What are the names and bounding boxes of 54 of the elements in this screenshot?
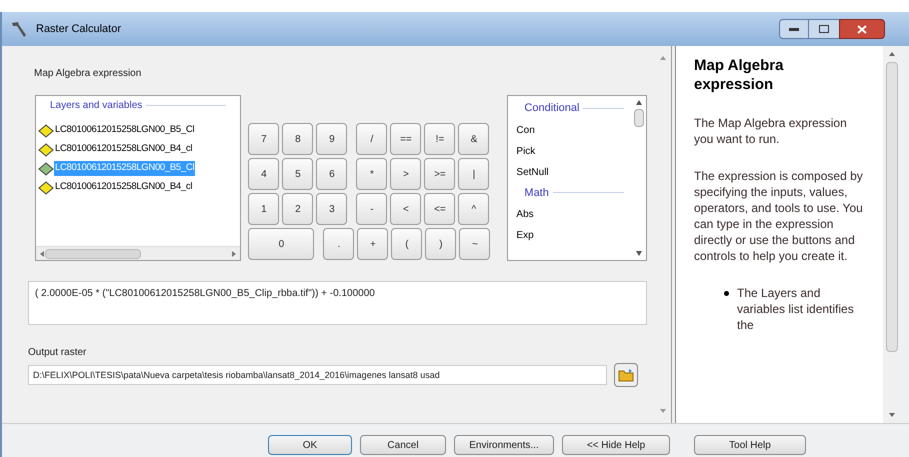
layer-item[interactable]: LC80100612015258LGN00_B5_Cl <box>54 123 196 138</box>
calculator-key[interactable]: . <box>323 228 354 260</box>
calculator-key[interactable]: 7 <box>248 123 280 155</box>
field-label: Map Algebra expression <box>34 67 142 81</box>
calculator-key[interactable]: 3 <box>316 193 348 225</box>
group-heading: Conditional <box>524 101 580 116</box>
calculator-key[interactable]: - <box>356 193 388 225</box>
help-paragraph: The expression is composed by specifying the inputs, values, operators, and tools to use. You can type in the expression directly or use the buttons and controls to help you create it. <box>694 168 864 264</box>
function-item[interactable]: Pick <box>516 144 536 158</box>
calculator-key[interactable]: 9 <box>316 123 348 155</box>
calculator-key[interactable]: == <box>390 123 422 155</box>
group-heading: Math <box>524 186 549 200</box>
calculator-key[interactable]: 1 <box>248 193 280 225</box>
window-title: Raster Calculator <box>36 22 121 37</box>
calculator-key[interactable]: * <box>356 158 388 190</box>
help-paragraph: The Map Algebra expression you want to run. <box>694 115 848 147</box>
dialog-button[interactable]: OK <box>268 435 352 455</box>
dialog-button[interactable]: Cancel <box>360 435 446 455</box>
dialog-button[interactable]: << Hide Help <box>562 435 670 455</box>
calculator-key[interactable]: ~ <box>459 228 490 260</box>
calculator-key[interactable]: < <box>390 193 422 225</box>
help-bullet: The Layers and variables list identifies the <box>737 285 855 333</box>
calculator-key[interactable]: + <box>357 228 388 260</box>
calculator-key[interactable]: 8 <box>282 123 314 155</box>
functions-list[interactable]: Conditional Con Pick SetNull Math Abs Exp <box>507 95 647 261</box>
calculator-key[interactable]: 4 <box>248 158 280 190</box>
calculator-key[interactable]: >= <box>424 158 456 190</box>
calculator-key[interactable]: ) <box>425 228 456 260</box>
layer-item[interactable]: LC80100612015258LGN00_B4_cl <box>54 142 194 157</box>
calculator-key[interactable]: 0 <box>248 228 314 260</box>
help-title: Map Algebra expression <box>694 56 784 94</box>
calculator-key[interactable]: ( <box>391 228 422 260</box>
calculator-key[interactable]: <= <box>424 193 456 225</box>
calculator-key[interactable]: & <box>458 123 490 155</box>
calculator-key[interactable]: 5 <box>282 158 314 190</box>
calculator-key[interactable]: ^ <box>458 193 490 225</box>
calculator-key[interactable]: != <box>424 123 456 155</box>
field-label: Output raster <box>28 346 88 360</box>
layers-list[interactable]: Layers and variables LC80100612015258LGN00_B5_Cl LC80100612015258LGN00_B4_cl LC80100612015258LGN00_B5_Cl LC80100612015258LGN00_B4_cl <box>35 95 242 261</box>
output-raster-field[interactable]: D:\FELIX\POLI\TESIS\pata\Nueva carpeta\tesis riobamba\lansat8_2014_2016\imagenes lansat8 usad <box>28 365 607 385</box>
function-item[interactable]: Exp <box>516 228 534 243</box>
calculator-key[interactable]: 6 <box>316 158 348 190</box>
function-item[interactable]: SetNull <box>516 164 549 180</box>
calculator-key[interactable]: 2 <box>282 193 314 225</box>
dialog-button[interactable]: Environments... <box>454 435 554 455</box>
function-item[interactable]: Con <box>516 122 535 138</box>
calculator-key[interactable]: > <box>390 158 422 190</box>
group-heading: Layers and variables <box>50 99 142 113</box>
dialog-button[interactable]: Tool Help <box>694 435 806 455</box>
calculator-key[interactable]: / <box>356 123 388 155</box>
calculator-key[interactable]: | <box>458 158 490 190</box>
expression-field[interactable]: ( 2.0000E-05 * ("LC80100612015258LGN00_B5_Clip_rbba.tif")) + -0.100000 <box>28 281 647 325</box>
layer-item[interactable]: LC80100612015258LGN00_B4_cl <box>54 180 194 195</box>
function-item[interactable]: Abs <box>516 207 534 222</box>
